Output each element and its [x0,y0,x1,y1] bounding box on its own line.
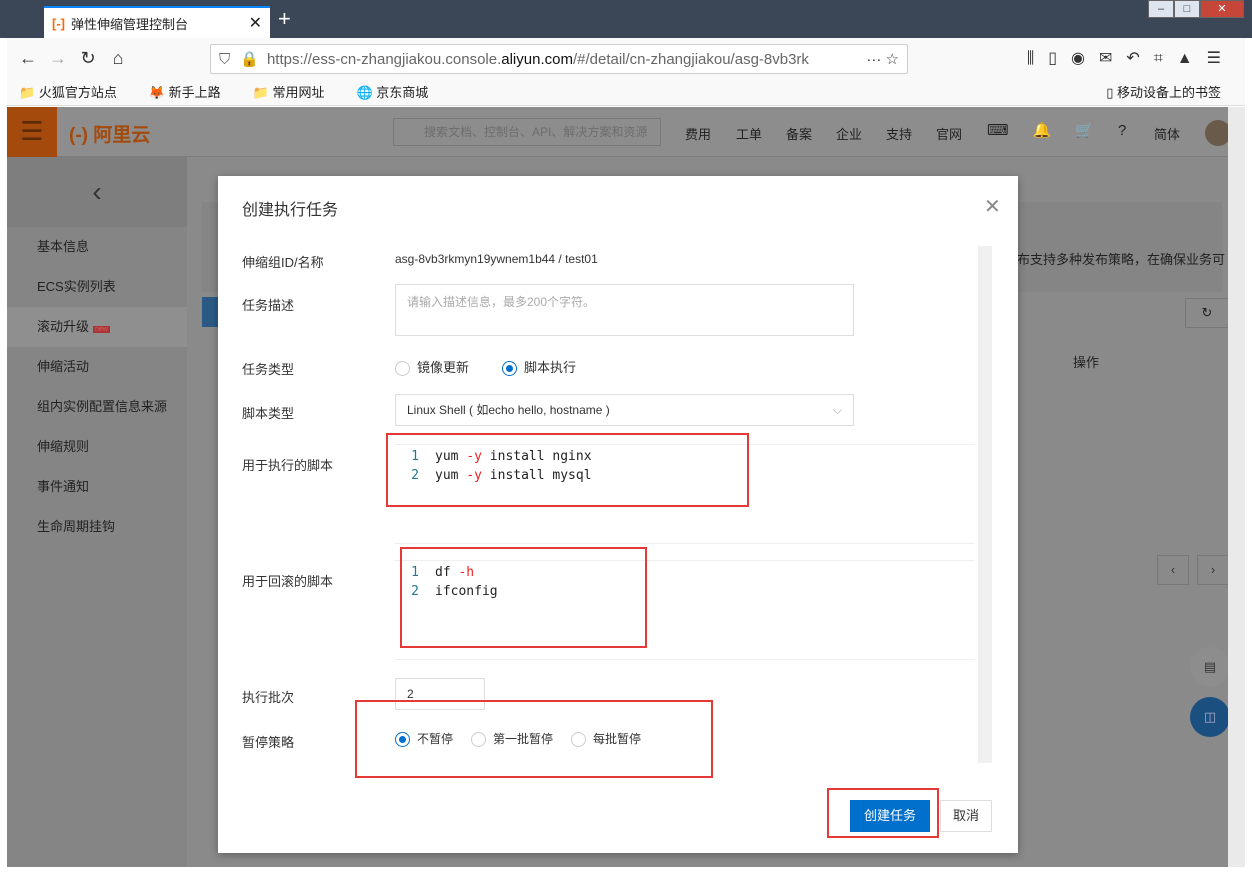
create-task-dialog: 创建执行任务 ✕ 伸缩组ID/名称 asg-8vb3rkmyn19ywnem1b… [218,176,1018,853]
dialog-scrollbar[interactable] [978,246,992,763]
type-label: 任务类型 [242,362,295,377]
console-search-input[interactable]: 搜索文档、控制台、API、解决方案和资源 [393,118,661,146]
sidebar-item[interactable]: 组内实例配置信息来源 [7,387,187,427]
bookmarks-bar: 📁 火狐官方站点 🦊 新手上路 📁 常用网址 🌐 京东商城 ▯ 移动设备上的书签 [7,78,1245,106]
sidebar-item[interactable]: ECS实例列表 [7,267,187,307]
menu-icon[interactable]: ☰ [7,107,57,157]
type-radio-image[interactable]: 镜像更新 [395,357,469,377]
close-window-button[interactable]: ✕ [1200,0,1244,18]
script-type-select[interactable]: Linux Shell ( 如echo hello, hostname ) ⌵ [395,394,854,426]
chat-icon[interactable]: ▤ [1190,647,1230,687]
description-textarea[interactable]: 请输入描述信息，最多200个字符。 [395,284,854,336]
exec-script-label: 用于执行的脚本 [242,458,334,473]
pause-label: 暂停策略 [242,735,295,750]
bookmark-item[interactable]: 📁 常用网址 [253,82,341,101]
url-domain: aliyun.com [501,50,573,68]
bookmark-item[interactable]: 🦊 新手上路 [149,82,237,101]
back-icon[interactable]: ← [13,48,43,69]
url-suffix: /#/detail/cn-zhangjiakou/asg-8vb3rk [572,50,809,68]
browser-tab[interactable]: [-] 弹性伸缩管理控制台 ✕ [44,6,270,38]
banner-text: 布支持多种发布策略，在确保业务可 [1017,252,1226,267]
nav-tickets[interactable]: 工单 [736,124,762,143]
page-actions-icon[interactable]: ··· ☆ [866,50,899,68]
sidebar-item[interactable]: 生命周期挂钩 [7,507,187,547]
bookmark-item[interactable]: 🌐 京东商城 [356,82,444,101]
group-label: 伸缩组ID/名称 [242,255,324,270]
group-value: asg-8vb3rkmyn19ywnem1b44 / test01 [395,252,598,266]
close-tab-icon[interactable]: ✕ [249,13,262,33]
nav-enterprise[interactable]: 企业 [836,124,862,143]
nav-official[interactable]: 官网 [936,124,962,143]
column-header-ops: 操作 [1073,355,1100,370]
nav-icp[interactable]: 备案 [786,124,812,143]
maximize-button[interactable]: □ [1174,0,1200,18]
sidebar: ‹ 基本信息 ECS实例列表 滚动升级 new 伸缩活动 组内实例配置信息来源 伸… [7,157,187,867]
sidebar-item[interactable]: 基本信息 [7,227,187,267]
new-badge: new [93,326,110,333]
topbar-icons[interactable]: ⌨🔔🛒? [987,121,1150,139]
lock-icon: 🔒 [240,51,259,68]
dialog-title: 创建执行任务 [242,202,339,219]
brand-logo: (-) 阿里云 [69,125,151,146]
mobile-bookmarks[interactable]: ▯ 移动设备上的书签 [1106,82,1237,101]
back-chevron-icon[interactable]: ‹ [7,157,187,227]
url-prefix: https://ess-cn-zhangjiakou.console. [266,50,502,68]
tab-title: 弹性伸缩管理控制台 [71,16,189,32]
highlight-box [827,788,939,838]
nav-fees[interactable]: 费用 [685,124,711,143]
highlight-box [355,700,713,778]
sidebar-item-rolling-upgrade[interactable]: 滚动升级 new [7,307,187,347]
nav-support[interactable]: 支持 [886,124,912,143]
sidebar-item[interactable]: 伸缩规则 [7,427,187,467]
script-type-label: 脚本类型 [242,406,295,421]
highlight-box [400,547,647,648]
cancel-button[interactable]: 取消 [940,800,992,832]
forward-icon[interactable]: → [43,48,73,69]
close-icon[interactable]: ✕ [984,194,1001,219]
aliyun-logo-icon: [-] [52,15,65,31]
apps-icon[interactable]: ◫ [1190,697,1230,737]
shield-icon: ⛉ [219,50,231,68]
language-switch[interactable]: 简体 [1154,124,1180,143]
home-icon[interactable]: ⌂ [103,48,133,69]
bookmark-item[interactable]: 📁 火狐官方站点 [19,82,133,101]
prev-page-button[interactable]: ‹ [1157,555,1189,585]
rollback-script-label: 用于回滚的脚本 [242,574,334,589]
batch-label: 执行批次 [242,690,295,705]
next-page-button[interactable]: › [1197,555,1229,585]
page-scrollbar[interactable] [1228,107,1245,867]
toolbar-icons[interactable]: ⫼▯◉✉↶⌗▲☰ [1027,48,1235,68]
chevron-down-icon: ⌵ [832,403,842,417]
sidebar-item[interactable]: 事件通知 [7,467,187,507]
desc-label: 任务描述 [242,298,295,313]
url-bar[interactable]: ⛉ 🔒 https://ess-cn-zhangjiakou.console. ali… [210,44,908,74]
highlight-box [386,433,749,507]
primary-button-edge[interactable] [202,297,218,327]
new-tab-button[interactable]: + [278,6,291,32]
minimize-button[interactable]: – [1148,0,1174,18]
type-radio-script[interactable]: 脚本执行 [502,357,576,377]
sidebar-item[interactable]: 伸缩活动 [7,347,187,387]
reload-icon[interactable]: ↻ [73,48,103,69]
refresh-button[interactable]: ↻ [1185,298,1229,328]
